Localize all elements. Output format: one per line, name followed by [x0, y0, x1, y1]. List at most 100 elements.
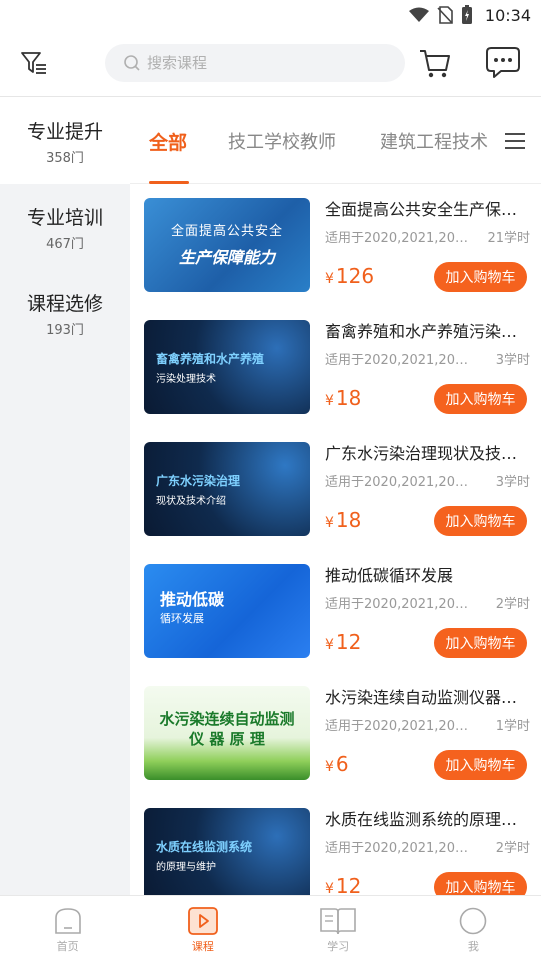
currency-symbol: ¥ [325, 393, 334, 409]
course-price: ¥18 [325, 386, 361, 410]
course-price: ¥18 [325, 508, 361, 532]
course-thumbnail: 水质在线监测系统 的原理与维护 [144, 808, 310, 895]
course-title: 推动低碳循环发展 [325, 566, 454, 585]
thumbnail-line1: 全面提高公共安全 [170, 224, 283, 239]
course-hours: 2学时 [495, 597, 530, 612]
nav-study[interactable]: 学习 [271, 896, 406, 963]
thumbnail-line2: 生产保障能力 [178, 248, 275, 267]
course-years: 适用于2020,2021,2022 [325, 597, 470, 612]
course-price: ¥6 [325, 752, 349, 776]
play-icon [187, 906, 218, 935]
course-hours: 1学时 [495, 719, 530, 734]
status-time: 10:34 [484, 5, 531, 25]
thumbnail-line2: 循环发展 [160, 612, 204, 625]
nav-label: 首页 [56, 939, 79, 953]
course-hours: 3学时 [495, 475, 530, 490]
category-sidebar: 专业提升 358门 专业培训 467门 课程选修 193门 [0, 98, 130, 895]
sidebar-item-electives[interactable]: 课程选修 193门 [0, 270, 130, 356]
course-hours: 3学时 [495, 353, 530, 368]
thumbnail-line2: 的原理与维护 [156, 862, 216, 873]
course-meta: 适用于2020,2021,2022 21学时 [325, 227, 530, 246]
nav-label: 课程 [191, 939, 214, 953]
sidebar-item-count: 193门 [46, 322, 84, 338]
filter-icon [21, 52, 46, 74]
top-bar [0, 30, 541, 97]
currency-symbol: ¥ [325, 637, 334, 653]
search-input[interactable] [147, 54, 377, 72]
nav-home[interactable]: 首页 [0, 896, 135, 963]
add-to-cart-button[interactable]: 加入购物车 [434, 872, 527, 895]
course-item[interactable]: 畜禽养殖和水产养殖 污染处理技术 畜禽养殖和水产养殖污染处理技术 适用于2020… [130, 306, 541, 428]
course-thumbnail: 推动低碳 循环发展 [144, 564, 310, 658]
thumbnail-line1: 广东水污染治理 [156, 474, 241, 488]
course-item[interactable]: 广东水污染治理 现状及技术介绍 广东水污染治理现状及技术介绍 适用于2020,2… [130, 428, 541, 550]
sidebar-item-professional-upgrade[interactable]: 专业提升 358门 [0, 98, 130, 184]
sidebar-item-professional-training[interactable]: 专业培训 467门 [0, 184, 130, 270]
course-thumbnail: 畜禽养殖和水产养殖 污染处理技术 [144, 320, 310, 414]
currency-symbol: ¥ [325, 759, 334, 775]
course-price: ¥126 [325, 264, 374, 288]
nav-label: 我 [467, 939, 479, 953]
add-to-cart-button[interactable]: 加入购物车 [434, 262, 527, 292]
course-meta: 适用于2020,2021,2022 3学时 [325, 349, 530, 368]
course-thumbnail: 全面提高公共安全 生产保障能力 [144, 198, 310, 292]
tab-construction-engineering[interactable]: 建筑工程技术 [380, 98, 488, 184]
tab-technical-school-teacher[interactable]: 技工学校教师 [228, 98, 336, 184]
course-meta: 适用于2020,2021,2022 2学时 [325, 593, 530, 612]
cart-button[interactable] [418, 46, 452, 80]
course-item[interactable]: 水质在线监测系统 的原理与维护 水质在线监测系统的原理与维护 适用于2020,2… [130, 794, 541, 895]
course-item[interactable]: 全面提高公共安全 生产保障能力 全面提高公共安全生产保障能力 适用于2020,2… [130, 184, 541, 306]
price-value: 12 [335, 874, 362, 895]
course-years: 适用于2020,2021,2022 [325, 475, 470, 490]
course-years: 适用于2020,2021,2022 [325, 353, 470, 368]
course-meta: 适用于2020,2021,2022 3学时 [325, 471, 530, 490]
sidebar-item-title: 专业提升 [26, 120, 103, 143]
search-icon [124, 55, 140, 71]
course-list: 全面提高公共安全 生产保障能力 全面提高公共安全生产保障能力 适用于2020,2… [130, 184, 541, 895]
status-bar: 10:34 [0, 0, 541, 30]
course-hours: 2学时 [495, 841, 530, 856]
thumbnail-line1: 畜禽养殖和水产养殖 [156, 352, 265, 366]
sidebar-item-count: 467门 [46, 236, 84, 252]
add-to-cart-button[interactable]: 加入购物车 [434, 506, 527, 536]
thumbnail-line2: 现状及技术介绍 [156, 496, 226, 507]
course-title: 全面提高公共安全生产保障能力 [325, 200, 530, 219]
thumbnail-line2: 仪 器 原 理 [189, 730, 265, 748]
book-icon [320, 907, 356, 934]
filter-button[interactable] [19, 48, 49, 78]
cart-icon [420, 50, 450, 78]
sidebar-item-count: 358门 [46, 150, 84, 166]
nav-me[interactable]: 我 [406, 896, 541, 963]
price-value: 18 [335, 386, 362, 410]
no-sim-icon [437, 6, 453, 24]
course-years: 适用于2020,2021,2022 [325, 231, 470, 246]
course-years: 适用于2020,2021,2022 [325, 719, 470, 734]
add-to-cart-button[interactable]: 加入购物车 [434, 384, 527, 414]
message-icon [486, 47, 520, 78]
price-value: 126 [335, 264, 375, 288]
course-item[interactable]: 水污染连续自动监测 仪 器 原 理 水污染连续自动监测仪器原理 适用于2020,… [130, 672, 541, 794]
nav-courses[interactable]: 课程 [135, 896, 270, 963]
wifi-icon [408, 7, 429, 22]
price-value: 18 [335, 508, 362, 532]
nav-label: 学习 [327, 939, 350, 953]
battery-charging-icon [461, 5, 472, 24]
bottom-nav: 首页 课程 学习 我 [0, 895, 541, 963]
course-meta: 适用于2020,2021,2022 2学时 [325, 837, 530, 856]
course-title: 水污染连续自动监测仪器原理 [325, 688, 530, 707]
course-thumbnail: 水污染连续自动监测 仪 器 原 理 [144, 686, 310, 780]
currency-symbol: ¥ [325, 515, 334, 531]
add-to-cart-button[interactable]: 加入购物车 [434, 750, 527, 780]
course-thumbnail: 广东水污染治理 现状及技术介绍 [144, 442, 310, 536]
tab-menu-button[interactable] [489, 98, 541, 183]
course-item[interactable]: 推动低碳 循环发展 推动低碳循环发展 适用于2020,2021,2022 2学时… [130, 550, 541, 672]
course-price: ¥12 [325, 630, 361, 654]
sidebar-item-title: 课程选修 [26, 292, 103, 315]
thumbnail-line1: 水污染连续自动监测 [159, 710, 295, 728]
message-button[interactable] [485, 45, 521, 79]
search-bar[interactable] [105, 44, 405, 82]
tab-all[interactable]: 全部 [149, 98, 189, 184]
course-title: 畜禽养殖和水产养殖污染处理技术 [325, 322, 530, 341]
add-to-cart-button[interactable]: 加入购物车 [434, 628, 527, 658]
course-title: 水质在线监测系统的原理与维护 [325, 810, 530, 829]
